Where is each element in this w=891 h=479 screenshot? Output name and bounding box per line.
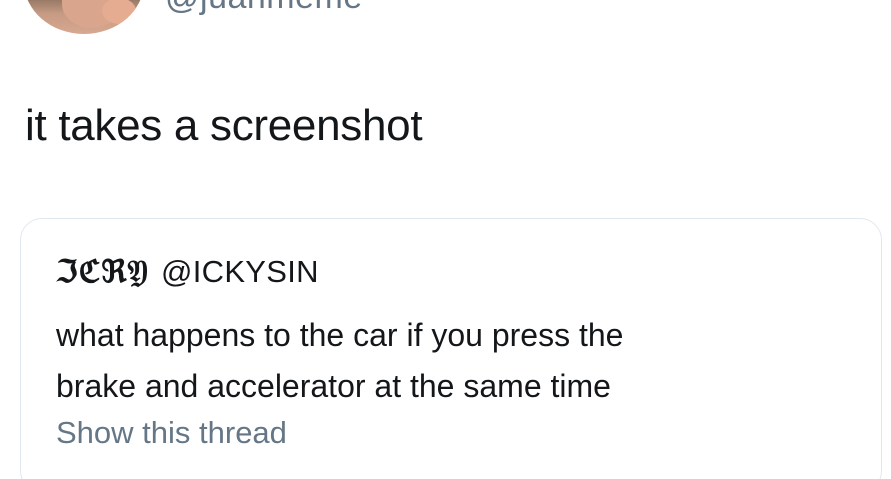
quoted-tweet-line-2: brake and accelerator at the same time: [56, 368, 611, 404]
quoted-tweet-line-1: what happens to the car if you press the: [56, 317, 624, 353]
avatar-hand: [102, 0, 136, 24]
quoted-tweet-text: what happens to the car if you press the…: [56, 310, 856, 412]
quoted-tweet-header: ℑℭℜ𝔜 @ICKYSIN: [56, 254, 319, 291]
tweet-text: it takes a screenshot: [25, 101, 423, 150]
tweet-screenshot: @juanmeme it takes a screenshot ℑℭℜ𝔜 @ICK…: [0, 0, 891, 479]
author-avatar[interactable]: [24, 0, 144, 34]
quoted-author-name[interactable]: ℑℭℜ𝔜: [56, 254, 149, 290]
show-thread-link[interactable]: Show this thread: [56, 415, 287, 451]
quoted-tweet-card[interactable]: ℑℭℜ𝔜 @ICKYSIN what happens to the car if …: [20, 218, 882, 479]
author-handle[interactable]: @juanmeme: [165, 0, 363, 17]
quoted-author-handle[interactable]: @ICKYSIN: [161, 254, 319, 289]
